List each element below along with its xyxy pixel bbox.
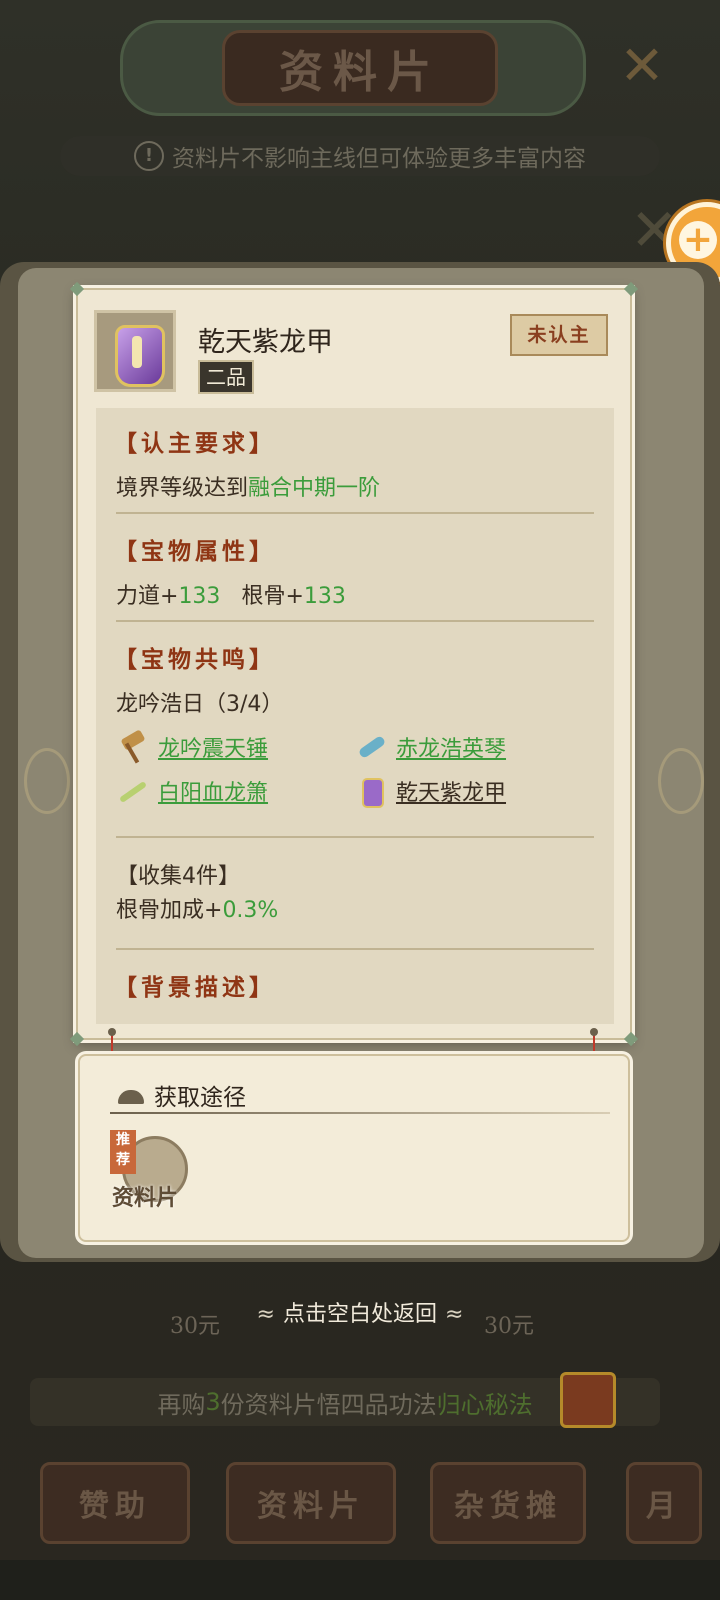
promo-prefix: 再购: [157, 1390, 206, 1419]
requirement-line: 境界等级达到融合中期一阶: [116, 470, 380, 502]
tab-expansion[interactable]: 资料片: [226, 1462, 396, 1544]
swirl-icon: ≈: [256, 1302, 275, 1327]
cloud-icon: [118, 1090, 144, 1104]
armor-icon: [354, 774, 388, 808]
back-hint-text: 点击空白处返回: [282, 1302, 437, 1327]
attributes-line: 力道+133 根骨+133: [116, 578, 346, 610]
divider: [116, 620, 594, 622]
section-title-requirement: 【认主要求】: [114, 430, 276, 457]
item-header: 乾天紫龙甲 二品 未认主: [94, 310, 614, 394]
set-item[interactable]: 白阳血龙箫: [116, 774, 268, 808]
tab-sponsor[interactable]: 赞助: [40, 1462, 190, 1544]
collection-line: 根骨加成+0.3%: [116, 892, 278, 924]
divider: [110, 1112, 610, 1114]
recommend-tag-text: 推荐: [116, 1132, 130, 1168]
tab-monthly[interactable]: 月: [626, 1462, 702, 1544]
divider: [116, 948, 594, 950]
item-description[interactable]: 【认主要求】 境界等级达到融合中期一阶 【宝物属性】 力道+133 根骨+133…: [96, 408, 614, 1024]
side-ornament-right: [658, 748, 704, 814]
pin: [108, 1028, 116, 1036]
requirement-value: 融合中期一阶: [248, 476, 381, 501]
gift-icon[interactable]: [560, 1372, 616, 1428]
hammer-icon: [116, 730, 150, 764]
tab-shop[interactable]: 杂货摊: [430, 1462, 586, 1544]
promo-count: 3: [205, 1388, 221, 1416]
status-badge: 未认主: [510, 314, 608, 356]
recommend-tag: 推荐: [110, 1130, 136, 1174]
set-item[interactable]: 龙吟震天锤: [116, 730, 268, 764]
collection-title: 【收集4件】: [116, 864, 240, 889]
notice-text: 资料片不影响主线但可体验更多丰富内容: [172, 146, 586, 172]
section-title-background: 【背景描述】: [114, 974, 276, 1001]
stat-value: 133: [178, 584, 221, 609]
flute-icon: [116, 774, 150, 808]
requirement-text: 境界等级达到: [116, 476, 249, 501]
zither-icon: [354, 730, 388, 764]
info-icon: !: [134, 141, 164, 171]
divider: [116, 512, 594, 514]
set-item-link[interactable]: 乾天紫龙甲: [396, 775, 506, 807]
set-item[interactable]: 赤龙浩英琴: [354, 730, 506, 764]
swirl-icon: ≈: [445, 1302, 464, 1327]
back-hint[interactable]: ≈ 点击空白处返回 ≈: [0, 1296, 720, 1328]
set-item-link[interactable]: 白阳血龙箫: [158, 775, 268, 807]
stat-label: 力道+: [116, 584, 179, 609]
page-title: 资料片: [222, 30, 498, 106]
close-icon[interactable]: ✕: [614, 38, 670, 94]
promo-highlight: 归心秘法: [436, 1390, 533, 1419]
source-label[interactable]: 资料片: [112, 1180, 178, 1212]
side-ornament-left: [24, 748, 70, 814]
set-item[interactable]: 乾天紫龙甲: [354, 774, 506, 808]
set-item-link[interactable]: 龙吟震天锤: [158, 731, 268, 763]
notice-bar: ! 资料片不影响主线但可体验更多丰富内容: [60, 136, 660, 176]
section-title-resonance: 【宝物共鸣】: [114, 646, 276, 673]
bottom-bar: [0, 1560, 720, 1600]
grade-badge: 二品: [198, 360, 254, 394]
collection-value: 0.3%: [222, 898, 279, 923]
item-detail-panel: 乾天紫龙甲 二品 未认主 【认主要求】 境界等级达到融合中期一阶 【宝物属性】 …: [69, 281, 639, 1047]
pin: [590, 1028, 598, 1036]
stat-label: 根骨+: [241, 584, 304, 609]
set-item-link[interactable]: 赤龙浩英琴: [396, 731, 506, 763]
item-icon: [94, 310, 176, 392]
stat-value: 133: [303, 584, 346, 609]
set-name: 龙吟浩日（3/4）: [116, 692, 284, 717]
item-name: 乾天紫龙甲: [198, 327, 333, 358]
armor-icon: [115, 325, 165, 387]
plus-icon: +: [679, 221, 717, 259]
collection-label: 根骨加成+: [116, 898, 223, 923]
promo-middle: 份资料片悟四品功法: [220, 1390, 437, 1419]
acquisition-panel: 获取途径 推荐 资料片: [78, 1054, 630, 1242]
divider: [116, 836, 594, 838]
acquisition-title: 获取途径: [154, 1085, 246, 1111]
section-title-attributes: 【宝物属性】: [114, 538, 276, 565]
